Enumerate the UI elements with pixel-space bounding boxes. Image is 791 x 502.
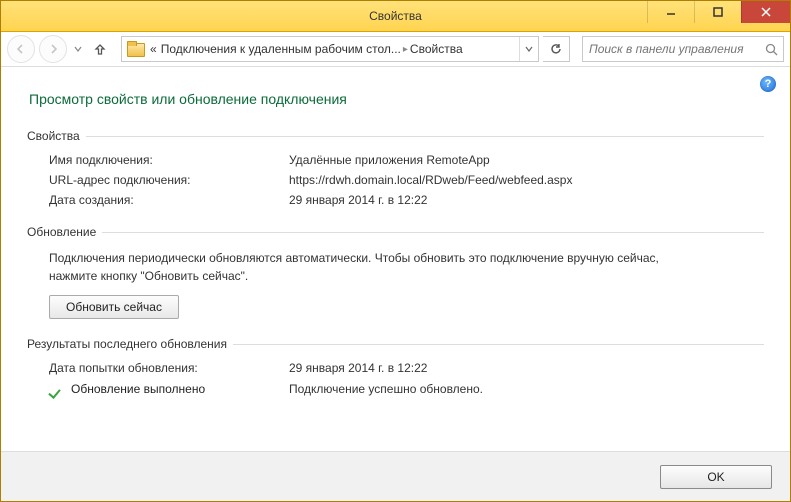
content-area: ? Просмотр свойств или обновление подклю… (1, 67, 790, 451)
forward-button[interactable] (39, 35, 67, 63)
window-buttons (647, 1, 790, 23)
connection-url-value: https://rdwh.domain.local/RDweb/Feed/web… (289, 173, 572, 187)
close-button[interactable] (741, 1, 790, 23)
update-status-label: Обновление выполнено (71, 382, 205, 396)
back-button[interactable] (7, 35, 35, 63)
divider (102, 232, 764, 233)
address-dropdown-icon[interactable] (519, 37, 538, 61)
address-bar[interactable]: « Подключения к удаленным рабочим стол..… (121, 36, 539, 62)
connection-url-label: URL-адрес подключения: (49, 173, 289, 187)
help-icon[interactable]: ? (760, 76, 776, 92)
group-results: Результаты последнего обновления Дата по… (27, 337, 764, 397)
created-date-label: Дата создания: (49, 193, 289, 207)
titlebar: Свойства (1, 1, 790, 32)
connection-name-label: Имя подключения: (49, 153, 289, 167)
group-update-title: Обновление (27, 225, 96, 239)
up-button[interactable] (89, 38, 111, 60)
minimize-button[interactable] (647, 1, 694, 23)
search-icon[interactable] (759, 43, 783, 56)
update-description: Подключения периодически обновляются авт… (49, 249, 659, 285)
created-date-value: 29 января 2014 г. в 12:22 (289, 193, 427, 207)
window: Свойства « (0, 0, 791, 502)
group-results-title: Результаты последнего обновления (27, 337, 227, 351)
divider (86, 136, 764, 137)
update-now-button[interactable]: Обновить сейчас (49, 295, 179, 319)
footer: OK (1, 451, 790, 501)
navigation-bar: « Подключения к удаленным рабочим стол..… (1, 32, 790, 67)
chevron-right-icon: ▸ (403, 44, 408, 55)
group-properties-title: Свойства (27, 129, 80, 143)
breadcrumb-path: Подключения к удаленным рабочим стол... (161, 42, 401, 56)
maximize-button[interactable] (694, 1, 741, 23)
group-update: Обновление Подключения периодически обно… (27, 225, 764, 319)
breadcrumb[interactable]: « Подключения к удаленным рабочим стол..… (148, 37, 465, 61)
search-input[interactable] (583, 42, 759, 56)
connection-name-value: Удалённые приложения RemoteApp (289, 153, 490, 167)
attempt-date-label: Дата попытки обновления: (49, 361, 289, 375)
update-status-value: Подключение успешно обновлено. (289, 382, 483, 396)
breadcrumb-prefix: « (150, 42, 157, 56)
folder-icon (126, 40, 144, 58)
search-box[interactable] (582, 36, 784, 62)
group-properties: Свойства Имя подключения: Удалённые прил… (27, 129, 764, 207)
ok-button[interactable]: OK (660, 465, 772, 489)
attempt-date-value: 29 января 2014 г. в 12:22 (289, 361, 427, 375)
breadcrumb-current: Свойства (410, 42, 463, 56)
page-heading: Просмотр свойств или обновление подключе… (29, 91, 764, 107)
history-dropdown-icon[interactable] (71, 45, 85, 53)
divider (233, 344, 764, 345)
refresh-button[interactable] (543, 36, 570, 62)
checkmark-icon (49, 381, 65, 397)
